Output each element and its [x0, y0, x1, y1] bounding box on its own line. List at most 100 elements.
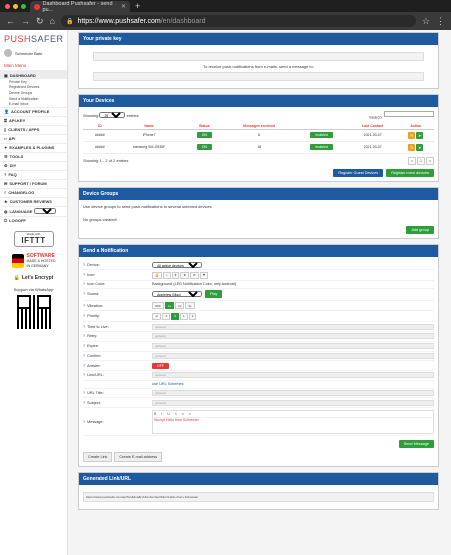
logo[interactable]: PUSH SAFER — [0, 32, 67, 45]
edit-icon[interactable]: ✎ — [408, 143, 416, 151]
user-block[interactable]: Schneider Bahr — [0, 45, 67, 61]
dashboard-icon: ▣ — [4, 72, 8, 78]
window-controls[interactable] — [5, 4, 26, 9]
email-address-value[interactable] — [93, 72, 424, 81]
priority-0[interactable]: 0 — [171, 312, 180, 320]
search-input[interactable] — [384, 111, 434, 117]
vibration-2x[interactable]: 2x — [175, 302, 185, 310]
icon-picker[interactable]: 🔔 ⌂ ♥ ★ ✉ ⚑ — [152, 271, 209, 279]
register-devices-button[interactable]: Register more devices — [386, 168, 434, 177]
subject-input[interactable]: optional — [152, 399, 434, 406]
star-icon[interactable]: ★ — [180, 271, 190, 279]
register-guest-button[interactable]: Register Guest Devices — [333, 168, 384, 177]
ifttt-logo: IFTTT — [21, 236, 46, 246]
url-title-input[interactable]: optional — [152, 390, 434, 397]
sidebar: PUSH SAFER Schneider Bahr Main Menu ▣ DASH… — [0, 30, 68, 555]
message-editor[interactable]: B I U ≡ ≡ ≡ Stumpf Hello from Schneider — [152, 409, 434, 434]
sidebar-item-support[interactable]: ✉ SUPPORT / FORUM — [0, 178, 67, 188]
sidebar-item-logoff[interactable]: ⏻ LOGOFF — [0, 215, 67, 225]
sidebar-item-tools[interactable]: ⚒ TOOLS — [0, 151, 67, 161]
address-bar[interactable]: 🔒 https://www.pushsafer.com/en/dashboard — [60, 15, 416, 27]
list-icon: ≡ — [4, 190, 7, 196]
table-info: Showing 1 - 2 of 2 entries — [83, 158, 129, 163]
heart-icon[interactable]: ♥ — [171, 271, 180, 279]
answer-toggle[interactable]: OFF — [152, 362, 169, 369]
send-icon[interactable]: ➤ — [416, 131, 424, 139]
vibration-3x[interactable]: 3x — [185, 302, 195, 310]
generated-url-panel: Generated Link/URL https://www.pushsafer… — [78, 472, 439, 510]
field-label: Answer: — [87, 363, 101, 368]
create-email-button[interactable]: Create E-mail address — [114, 452, 163, 462]
next-page[interactable]: > — [425, 156, 434, 165]
close-window-icon[interactable] — [5, 4, 10, 9]
add-group-button[interactable]: Add group — [406, 225, 434, 234]
state-badge[interactable]: enabled — [310, 132, 333, 138]
retry-input[interactable]: optional — [152, 333, 434, 340]
bell-icon[interactable]: 🔔 — [152, 271, 162, 279]
url-schemes-link[interactable]: use URL Schemes — [152, 382, 184, 386]
generated-url[interactable]: https://www.pushsafer.com/api?k=&d=a&i=1… — [83, 492, 434, 502]
lock-icon: 🔒 — [65, 18, 74, 25]
send-message-button[interactable]: Send Message — [398, 440, 434, 448]
sidebar-item-clients[interactable]: ▯ CLIENTS / APPS — [0, 124, 67, 134]
page-size-select[interactable]: 25 — [99, 112, 126, 119]
reload-icon[interactable]: ↻ — [36, 16, 44, 27]
priority-2[interactable]: 2 — [188, 312, 197, 320]
sidebar-item-examples[interactable]: ✦ EXAMPLES & PLUGINS — [0, 142, 67, 152]
sidebar-item-dashboard[interactable]: ▣ DASHBOARD — [0, 70, 67, 79]
private-key-value[interactable] — [93, 52, 424, 61]
ttl-input[interactable]: optional — [152, 323, 434, 330]
status-toggle[interactable]: ON — [196, 144, 212, 150]
minimize-window-icon[interactable] — [13, 4, 18, 9]
back-icon[interactable]: ← — [6, 16, 15, 26]
send-notification-panel: Send a Notification ? Device: All active … — [78, 243, 439, 467]
expire-input[interactable]: optional — [152, 343, 434, 350]
sidebar-item-changelog[interactable]: ≡ CHANGELOG — [0, 187, 67, 197]
device-select[interactable]: All active devices — [152, 261, 202, 268]
icon-color-hint[interactable]: Background (LED Notification Color, only… — [152, 282, 236, 286]
globe-icon: ◍ — [4, 208, 8, 214]
mail-icon[interactable]: ✉ — [190, 271, 199, 279]
ifttt-badge[interactable]: Made with IFTTT — [0, 230, 67, 247]
edit-icon[interactable]: ✎ — [408, 131, 416, 139]
status-toggle[interactable]: ON — [196, 132, 212, 138]
whatsapp-text: Support via WhatsApp — [13, 286, 54, 292]
close-tab-icon[interactable]: ✕ — [121, 3, 126, 10]
sidebar-item-api[interactable]: ‹› API — [0, 133, 67, 143]
page-1[interactable]: 1 — [417, 156, 425, 165]
sidebar-item-language[interactable]: ◍ LANGUAGE English — [0, 205, 67, 216]
phone-icon: ▯ — [4, 127, 7, 133]
priority-m2[interactable]: -2 — [152, 312, 161, 320]
menu-icon[interactable]: ⋮ — [436, 16, 445, 27]
home-icon[interactable]: ⌂ — [50, 16, 55, 26]
sidebar-item-faq[interactable]: ? FAQ — [0, 169, 67, 179]
play-button[interactable]: Play — [205, 290, 223, 299]
forward-icon[interactable]: → — [21, 16, 30, 26]
user-icon: 👤 — [4, 109, 9, 115]
link-input[interactable]: optional — [152, 372, 434, 379]
vibration-off[interactable]: OFF — [152, 302, 164, 310]
state-badge[interactable]: enabled — [310, 144, 333, 150]
subject-row: ? Subject: optional — [83, 398, 434, 409]
send-icon[interactable]: ➤ — [416, 143, 424, 151]
priority-1[interactable]: 1 — [180, 312, 188, 320]
sidebar-item-label: SUPPORT / FORUM — [9, 181, 47, 187]
create-link-button[interactable]: Create Link — [83, 452, 113, 462]
prev-page[interactable]: < — [407, 156, 416, 165]
language-select[interactable]: English — [34, 208, 57, 215]
browser-tab[interactable]: Dashboard Pushsafer - send pu... ✕ — [30, 1, 130, 13]
star-icon[interactable]: ☆ — [422, 16, 430, 27]
priority-m1[interactable]: -1 — [161, 312, 171, 320]
qr-code-icon[interactable] — [16, 294, 51, 329]
flag-icon[interactable]: ⚑ — [199, 271, 209, 279]
home-icon[interactable]: ⌂ — [162, 271, 171, 279]
sidebar-item-diy[interactable]: ⚙ DIY — [0, 160, 67, 170]
sidebar-item-reviews[interactable]: ★ CUSTOMER REVIEWS — [0, 196, 67, 206]
sidebar-item-api-key[interactable]: ⚿ API-KEY — [0, 115, 67, 125]
sidebar-item-account-profile[interactable]: 👤 ACCOUNT PROFILE — [0, 106, 67, 116]
confirm-input[interactable]: optional — [152, 352, 434, 359]
vibration-1x[interactable]: 1x — [165, 302, 175, 310]
new-tab-icon[interactable]: + — [135, 1, 140, 12]
sound-select[interactable]: Appleiew (Mac) — [152, 291, 202, 298]
maximize-window-icon[interactable] — [21, 4, 26, 9]
